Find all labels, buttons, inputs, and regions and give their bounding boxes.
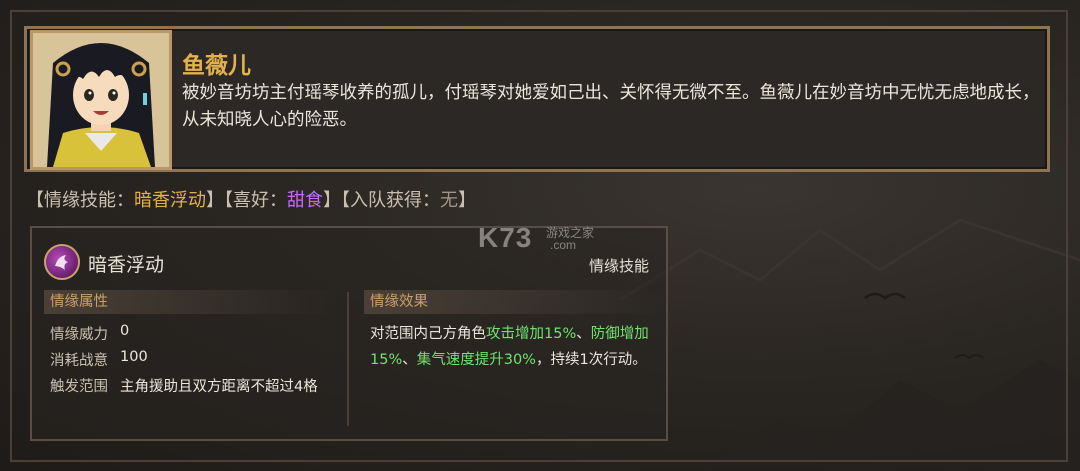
effect-part2: 、 — [576, 326, 591, 342]
hobby-value: 甜食 — [287, 190, 323, 211]
attr-power-label: 情缘威力 — [50, 327, 108, 343]
attributes-header: 情缘属性 — [44, 290, 336, 314]
watermark-com: .com — [550, 238, 577, 252]
watermark-k73: K73 — [478, 222, 533, 253]
skill-type: 情缘技能 — [589, 257, 650, 275]
hobby-label-close: 】 — [323, 190, 341, 211]
effect-header: 情缘效果 — [364, 290, 660, 314]
effect-part3: 、 — [402, 352, 417, 368]
join-label-open: 【入队获得： — [341, 190, 440, 211]
attr-cost-value: 100 — [120, 349, 148, 365]
effect-part1: 对范围内己方角色 — [370, 326, 486, 342]
skill-label-close: 】 — [206, 190, 224, 211]
attr-cost-label: 消耗战意 — [50, 353, 108, 369]
skill-title: 暗香浮动 — [88, 254, 165, 276]
character-description: 被妙音坊坊主付瑶琴收养的孤儿，付瑶琴对她爱如己出、关怀得无微不至。鱼薇儿在妙音坊… — [182, 83, 1040, 130]
join-value: 无 — [440, 190, 458, 211]
character-name: 鱼薇儿 — [182, 53, 251, 79]
character-summary: 【情缘技能：暗香浮动】【喜好：甜食】【入队获得：无】 — [26, 186, 476, 212]
skill-icon — [44, 244, 80, 280]
join-label-close: 】 — [458, 190, 476, 211]
character-portrait — [30, 30, 172, 170]
attr-range-label: 触发范围 — [50, 379, 108, 395]
effect-part4: ，持续1次行动。 — [535, 352, 647, 368]
section-divider — [347, 292, 349, 426]
attr-power-value: 0 — [120, 323, 130, 339]
effect-highlight-charge: 集气速度提升30% — [416, 352, 536, 368]
skill-name-link[interactable]: 暗香浮动 — [134, 190, 206, 211]
effect-highlight-attack: 攻击增加15% — [486, 326, 577, 342]
attr-range-value: 主角援助且双方距离不超过4格 — [120, 379, 318, 395]
skill-label-open: 【情缘技能： — [26, 190, 134, 211]
hobby-label-open: 【喜好： — [224, 190, 287, 211]
watermark-logo: K73 游戏之家 .com — [478, 222, 594, 254]
effect-text: 对范围内己方角色攻击增加15%、防御增加15%、集气速度提升30%，持续1次行动… — [370, 321, 660, 373]
